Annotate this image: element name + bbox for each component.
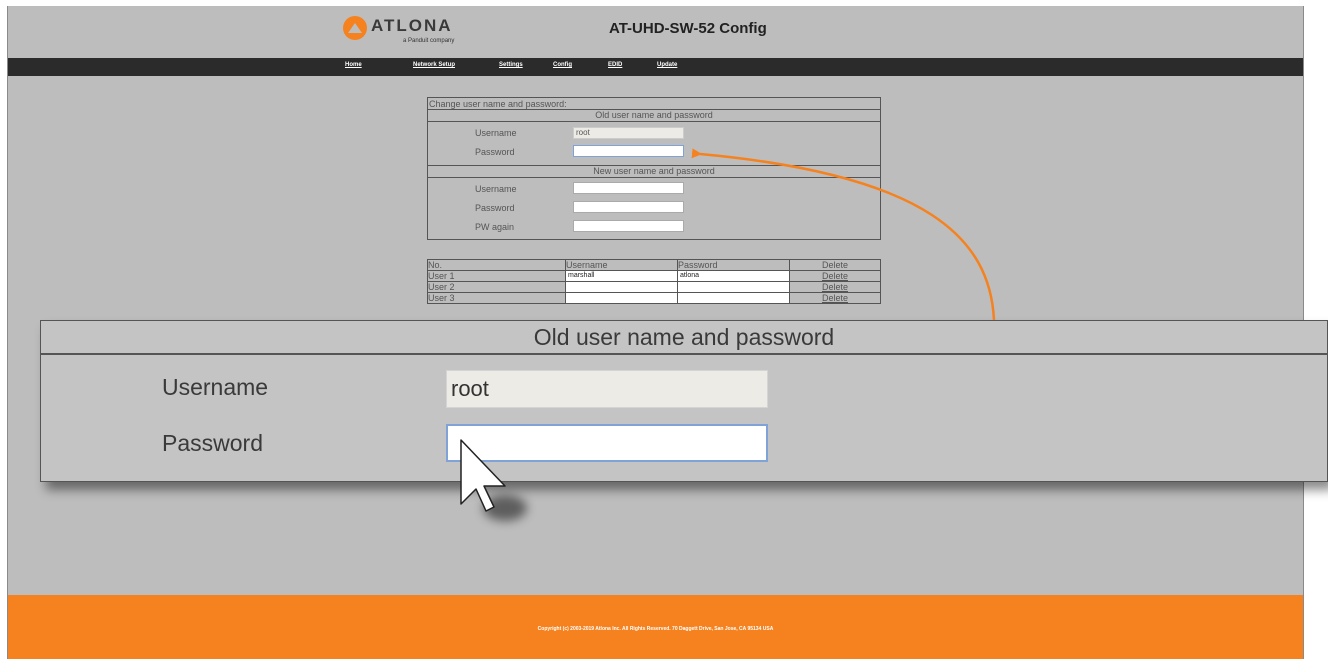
arrow-pointer-icon bbox=[691, 148, 996, 321]
annotation-overlay bbox=[460, 148, 996, 521]
